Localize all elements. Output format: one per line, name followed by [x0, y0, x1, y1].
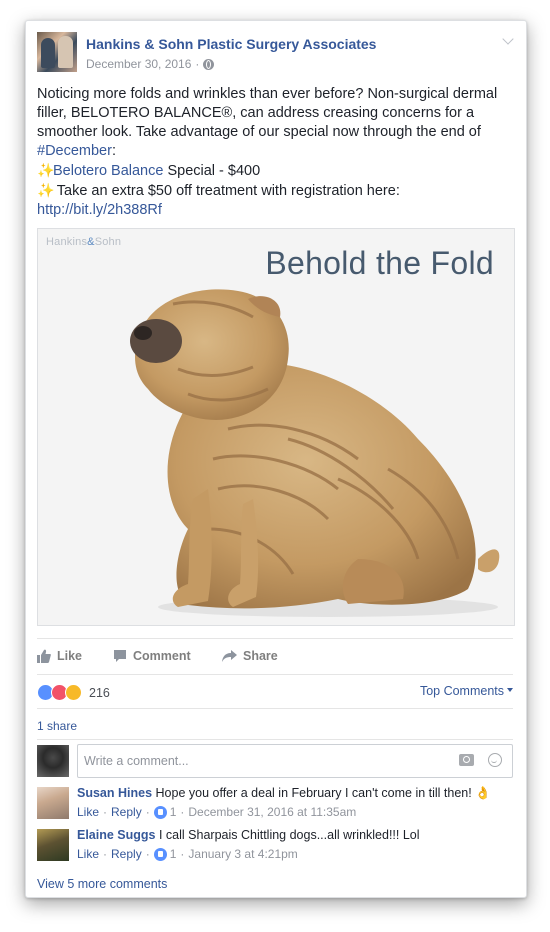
shares-count-link[interactable]: 1 share	[37, 719, 77, 733]
comment-text: Hope you offer a deal in February I can'…	[155, 786, 472, 800]
comment-body: Susan Hines Hope you offer a deal in Feb…	[77, 785, 513, 820]
sparkles-icon: ✨	[37, 182, 55, 198]
post-text: Noticing more folds and wrinkles than ev…	[37, 86, 498, 140]
belotero-link[interactable]: Belotero Balance	[53, 163, 163, 179]
comment-item: Susan Hines Hope you offer a deal in Feb…	[37, 785, 513, 821]
reactions-row: 216 Top Comments	[37, 674, 513, 709]
page-name-link[interactable]: Hankins & Sohn Plastic Surgery Associate…	[86, 36, 376, 52]
sparkles-icon: ✨	[37, 162, 55, 178]
like-badge-icon	[153, 805, 167, 819]
comment-timestamp[interactable]: December 31, 2016 at 11:35am	[188, 804, 356, 820]
haha-reaction-icon	[65, 684, 82, 701]
emoji-icon[interactable]	[488, 753, 502, 767]
comment-reply-link[interactable]: Reply	[111, 804, 142, 820]
post-options-chevron-icon[interactable]	[501, 34, 515, 48]
like-label: Like	[57, 649, 83, 663]
top-comments-dropdown[interactable]: Top Comments	[420, 684, 513, 698]
meta-separator: ·	[103, 805, 108, 819]
comment-timestamp[interactable]: January 3 at 4:21pm	[188, 846, 297, 862]
comment-text: I call Sharpais Chittling dogs...all wri…	[158, 828, 420, 842]
hashtag-link[interactable]: #December	[37, 143, 112, 159]
reactions-summary[interactable]: 216	[37, 684, 110, 701]
hashtag-suffix: :	[111, 143, 116, 159]
comment-like-count[interactable]: 1	[170, 804, 177, 820]
post-actions-bar: Like Comment Share	[37, 638, 513, 669]
reaction-count: 216	[89, 685, 110, 700]
top-comments-label: Top Comments	[419, 684, 504, 698]
commenter-avatar[interactable]	[37, 829, 69, 861]
comment-reply-link[interactable]: Reply	[111, 846, 142, 862]
comment-item: Elaine Suggs I call Sharpais Chittling d…	[37, 827, 513, 863]
comment-like-count[interactable]: 1	[170, 846, 177, 862]
post-meta: December 30, 2016 ·	[86, 57, 215, 71]
post-date[interactable]: December 30, 2016	[86, 57, 191, 71]
share-label: Share	[243, 649, 278, 663]
comment-placeholder: Write a comment...	[84, 754, 189, 768]
post-header: Hankins & Sohn Plastic Surgery Associate…	[37, 32, 515, 76]
share-arrow-icon	[222, 650, 237, 662]
like-badge-icon	[153, 847, 167, 861]
facebook-post-card: Hankins & Sohn Plastic Surgery Associate…	[25, 20, 527, 898]
comment-input[interactable]: Write a comment...	[77, 744, 513, 778]
meta-separator: ·	[195, 57, 200, 71]
view-more-comments-link[interactable]: View 5 more comments	[37, 877, 167, 891]
meta-separator: ·	[103, 847, 108, 861]
registration-url[interactable]: http://bit.ly/2h388Rf	[37, 202, 162, 218]
comment-label: Comment	[133, 649, 191, 663]
shares-row: 1 share	[37, 708, 513, 739]
thumbs-up-icon	[37, 649, 51, 663]
commenter-name[interactable]: Susan Hines	[77, 786, 152, 800]
comment-button[interactable]: Comment	[113, 649, 191, 663]
meta-separator: ·	[180, 805, 185, 819]
special-text: Special - $400	[163, 163, 261, 179]
camera-icon[interactable]	[459, 754, 474, 766]
current-user-avatar	[37, 745, 69, 777]
meta-separator: ·	[145, 805, 150, 819]
commenter-avatar[interactable]	[37, 787, 69, 819]
comment-like-link[interactable]: Like	[77, 804, 99, 820]
share-button[interactable]: Share	[222, 649, 278, 663]
ok-hand-emoji-icon: 👌	[475, 786, 491, 800]
page-avatar[interactable]	[37, 32, 77, 72]
write-comment-row: Write a comment...	[37, 739, 513, 780]
commenter-name[interactable]: Elaine Suggs	[77, 828, 156, 842]
post-body: Noticing more folds and wrinkles than ev…	[37, 85, 513, 220]
globe-icon	[203, 58, 215, 70]
comment-meta: Like · Reply · 1 · January 3 at 4:21pm	[77, 846, 513, 862]
meta-separator: ·	[145, 847, 150, 861]
comment-bubble-icon	[114, 650, 126, 662]
post-photo[interactable]: Hankins&Sohn Behold the Fold	[37, 228, 515, 626]
like-button[interactable]: Like	[37, 649, 82, 663]
comment-body: Elaine Suggs I call Sharpais Chittling d…	[77, 827, 513, 862]
caret-down-icon	[507, 688, 513, 692]
meta-separator: ·	[180, 847, 185, 861]
avatar-person-right	[58, 36, 73, 68]
avatar-person-left	[41, 38, 55, 68]
comment-meta: Like · Reply · 1 · December 31, 2016 at …	[77, 804, 513, 820]
comment-like-link[interactable]: Like	[77, 846, 99, 862]
shar-pei-dog-illustration	[130, 289, 500, 617]
extra-offer-text: Take an extra $50 off treatment with reg…	[53, 183, 400, 199]
